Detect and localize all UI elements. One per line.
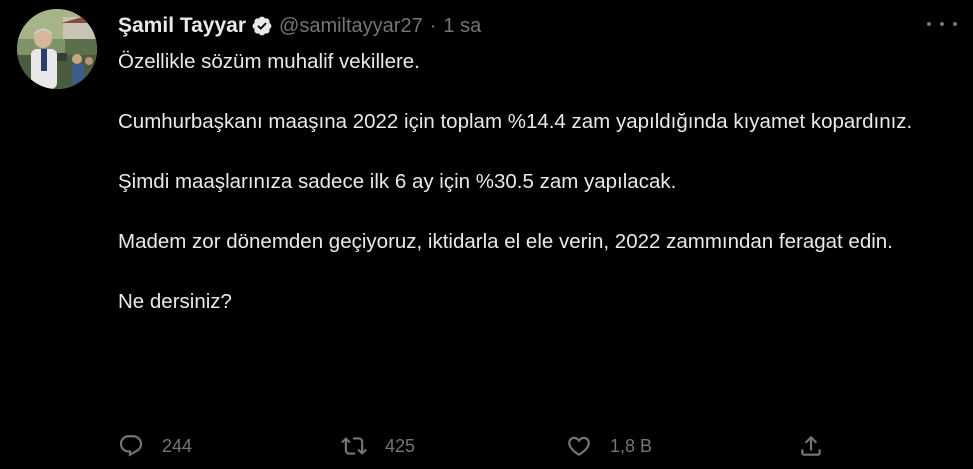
share-button[interactable] (798, 428, 824, 464)
tweet-text: Özellikle sözüm muhalif vekillere. Cumhu… (118, 47, 958, 347)
tweet-paragraph: Özellikle sözüm muhalif vekillere. (118, 50, 420, 73)
avatar-image (17, 9, 97, 89)
tweet-paragraph: Madem zor dönemden geçiyoruz, iktidarla … (118, 230, 893, 253)
reply-icon (118, 433, 144, 459)
tweet-paragraph: Cumhurbaşkanı maaşına 2022 için toplam %… (118, 110, 913, 133)
tweet-actions: 244 425 1,8 B (118, 428, 838, 464)
tweet-paragraph: Şimdi maaşlarınıza sadece ilk 6 ay için … (118, 170, 677, 193)
reply-button[interactable]: 244 (118, 428, 192, 464)
retweet-button[interactable]: 425 (341, 428, 415, 464)
share-icon (798, 433, 824, 459)
author-name[interactable]: Şamil Tayyar (118, 14, 246, 38)
like-button[interactable]: 1,8 B (566, 428, 652, 464)
heart-icon (566, 433, 592, 459)
tweet-timestamp[interactable]: 1 sa (443, 15, 481, 38)
reply-count: 244 (162, 435, 193, 456)
verified-badge-icon (251, 15, 273, 37)
retweet-count: 425 (385, 435, 416, 456)
like-count: 1,8 B (610, 435, 653, 456)
separator-dot: · (429, 14, 437, 37)
avatar[interactable] (17, 9, 97, 89)
tweet[interactable]: Şamil Tayyar @samiltayyar27 · 1 sa Özell… (0, 0, 973, 469)
author-handle[interactable]: @samiltayyar27 (279, 15, 423, 38)
retweet-icon (341, 433, 367, 459)
tweet-header: Şamil Tayyar @samiltayyar27 · 1 sa (118, 11, 481, 41)
more-options-icon[interactable] (927, 14, 957, 34)
tweet-paragraph: Ne dersiniz? (118, 290, 232, 313)
